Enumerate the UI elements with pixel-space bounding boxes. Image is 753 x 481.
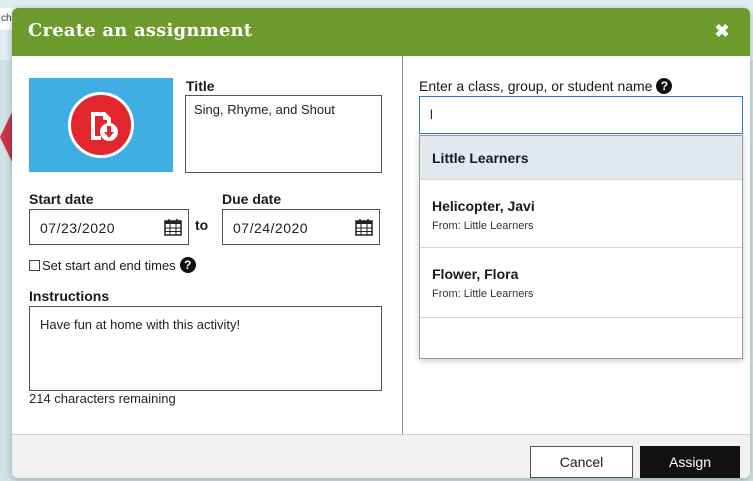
column-divider: [402, 56, 403, 434]
title-label: Title: [186, 78, 215, 94]
close-button[interactable]: ✖: [712, 21, 732, 41]
close-icon: ✖: [714, 21, 730, 41]
calendar-icon[interactable]: [355, 218, 373, 239]
dialog-footer: Cancel Assign: [12, 434, 750, 478]
set-times-checkbox[interactable]: [29, 259, 40, 271]
cancel-button[interactable]: Cancel: [530, 446, 633, 478]
due-date-label: Due date: [222, 191, 282, 207]
suggestion-source: From: Little Learners: [432, 288, 534, 300]
create-assignment-dialog: Create an assignment ✖ Title Sing, Rhyme…: [12, 8, 750, 478]
start-date-field[interactable]: 07/23/2020: [29, 209, 189, 245]
help-icon[interactable]: ?: [656, 78, 673, 94]
instructions-label: Instructions: [29, 288, 110, 304]
due-date-value: 07/24/2020: [233, 220, 309, 236]
recipient-label-row: Enter a class, group, or student name ?: [419, 78, 673, 94]
set-times-row: Set start and end times ?: [29, 255, 196, 275]
set-times-label: Set start and end times: [42, 257, 176, 273]
suggestion-item[interactable]: Flower, Flora From: Little Learners: [420, 248, 742, 318]
suggestion-source: From: Little Learners: [432, 220, 534, 232]
recipient-suggestions: Little Learners Helicopter, Javi From: L…: [419, 135, 743, 359]
start-date-value: 07/23/2020: [40, 220, 116, 236]
calendar-icon[interactable]: [164, 218, 182, 239]
recipient-label: Enter a class, group, or student name: [419, 78, 653, 94]
title-field[interactable]: Sing, Rhyme, and Shout: [185, 95, 382, 173]
suggestion-name: Flower, Flora: [432, 266, 519, 282]
suggestion-item[interactable]: Helicopter, Javi From: Little Learners: [420, 180, 742, 248]
activity-thumbnail: [29, 78, 173, 172]
suggestion-item[interactable]: Little Learners: [420, 136, 742, 180]
characters-remaining: 214 characters remaining: [29, 391, 176, 406]
start-date-label: Start date: [29, 191, 94, 207]
date-range-to-label: to: [195, 217, 209, 233]
due-date-field[interactable]: 07/24/2020: [222, 209, 380, 245]
instructions-field[interactable]: Have fun at home with this activity!: [29, 306, 382, 391]
suggestion-name: Little Learners: [432, 150, 529, 166]
recipient-search-input[interactable]: l: [419, 96, 743, 134]
background-carousel-arrow: [0, 112, 12, 162]
download-document-icon: [68, 92, 134, 158]
dialog-header: Create an assignment ✖: [12, 8, 750, 56]
help-icon[interactable]: ?: [179, 257, 196, 273]
assign-button[interactable]: Assign: [640, 446, 740, 478]
suggestion-name: Helicopter, Javi: [432, 198, 535, 214]
dialog-title: Create an assignment: [28, 20, 253, 41]
